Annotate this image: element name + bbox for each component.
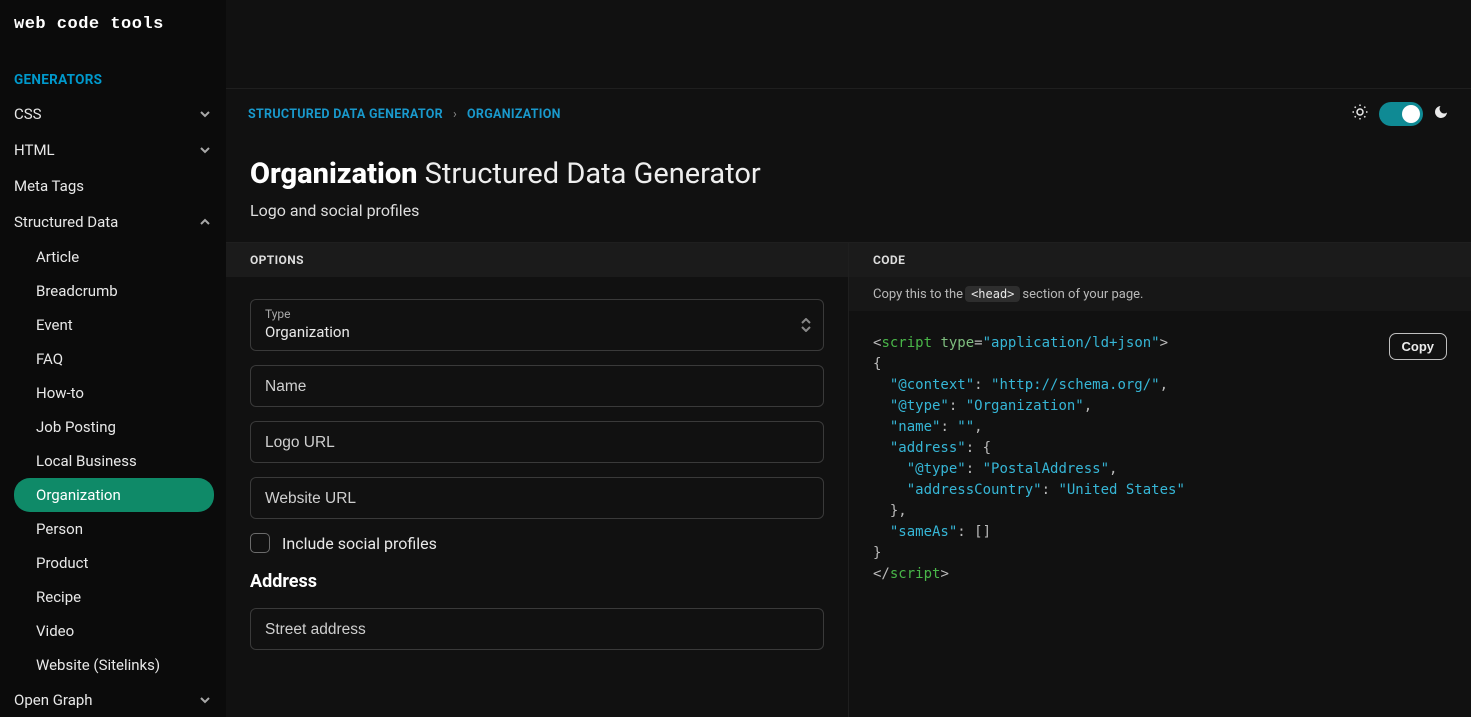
code-pane: CODE Copy this to the <head> section of … bbox=[849, 242, 1471, 717]
breadcrumb: STRUCTURED DATA GENERATOR › ORGANIZATION bbox=[248, 107, 561, 122]
sidebar-group-css[interactable]: CSS bbox=[0, 96, 226, 132]
address-heading: Address bbox=[250, 571, 824, 592]
copy-button[interactable]: Copy bbox=[1389, 333, 1448, 360]
breadcrumb-current: ORGANIZATION bbox=[467, 107, 561, 122]
options-pane-header: OPTIONS bbox=[226, 243, 848, 277]
sidebar-item-recipe[interactable]: Recipe bbox=[14, 580, 214, 614]
sidebar-item-faq[interactable]: FAQ bbox=[14, 342, 214, 376]
moon-icon bbox=[1433, 104, 1449, 124]
code-output[interactable]: <script type="application/ld+json"> { "@… bbox=[873, 333, 1447, 585]
top-spacer bbox=[226, 0, 1471, 88]
sidebar-group-label: HTML bbox=[14, 141, 55, 159]
chevron-up-icon bbox=[198, 215, 212, 229]
logo[interactable]: web code tools bbox=[0, 0, 226, 48]
sidebar-group-label: CSS bbox=[14, 105, 42, 123]
code-note: Copy this to the <head> section of your … bbox=[849, 277, 1471, 311]
breadcrumb-parent[interactable]: STRUCTURED DATA GENERATOR bbox=[248, 107, 443, 122]
sidebar-scroll[interactable]: web code tools GENERATORS CSS HTML Meta … bbox=[0, 0, 226, 717]
toggle-knob bbox=[1402, 105, 1420, 123]
sidebar-item-breadcrumb[interactable]: Breadcrumb bbox=[14, 274, 214, 308]
chevron-down-icon bbox=[198, 107, 212, 121]
social-checkbox-label: Include social profiles bbox=[282, 534, 437, 553]
theme-controls bbox=[1351, 102, 1449, 126]
sidebar-item-how-to[interactable]: How-to bbox=[14, 376, 214, 410]
sidebar-item-organization[interactable]: Organization bbox=[14, 478, 214, 512]
code-pane-body: Copy <script type="application/ld+json">… bbox=[849, 311, 1471, 717]
type-label: Type bbox=[265, 307, 809, 321]
name-input[interactable] bbox=[265, 378, 809, 396]
sidebar-group-open-graph[interactable]: Open Graph bbox=[0, 682, 226, 717]
code-note-before: Copy this to the bbox=[873, 287, 963, 302]
code-note-tag: <head> bbox=[965, 286, 1020, 302]
page-title: Organization Structured Data Generator bbox=[250, 157, 1447, 191]
type-value: Organization bbox=[265, 323, 809, 341]
sidebar: web code tools GENERATORS CSS HTML Meta … bbox=[0, 0, 226, 717]
page-title-rest: Structured Data Generator bbox=[417, 157, 760, 191]
chevron-down-icon bbox=[198, 143, 212, 157]
sidebar-group-structured-data[interactable]: Structured Data bbox=[0, 204, 226, 240]
sidebar-item-event[interactable]: Event bbox=[14, 308, 214, 342]
title-block: Organization Structured Data Generator L… bbox=[226, 139, 1471, 242]
street-address-field[interactable] bbox=[250, 608, 824, 650]
main-area: STRUCTURED DATA GENERATOR › ORGANIZATION… bbox=[226, 0, 1471, 717]
type-select[interactable]: Type Organization bbox=[250, 299, 824, 351]
app-root: web code tools GENERATORS CSS HTML Meta … bbox=[0, 0, 1471, 717]
website-url-field[interactable] bbox=[250, 477, 824, 519]
select-stepper-icon bbox=[801, 318, 811, 332]
chevron-down-icon bbox=[198, 693, 212, 707]
social-checkbox-row: Include social profiles bbox=[250, 533, 824, 553]
sidebar-section-label: GENERATORS bbox=[0, 48, 226, 96]
sun-icon bbox=[1351, 103, 1369, 125]
page-title-strong: Organization bbox=[250, 157, 417, 191]
street-address-input[interactable] bbox=[265, 621, 809, 639]
code-note-after: section of your page. bbox=[1022, 287, 1143, 302]
header-row: STRUCTURED DATA GENERATOR › ORGANIZATION bbox=[226, 88, 1471, 139]
sidebar-group-label: Open Graph bbox=[14, 691, 93, 709]
sidebar-item-local-business[interactable]: Local Business bbox=[14, 444, 214, 478]
breadcrumb-separator-icon: › bbox=[453, 107, 457, 122]
sidebar-item-video[interactable]: Video bbox=[14, 614, 214, 648]
social-checkbox[interactable] bbox=[250, 533, 270, 553]
logo-url-input[interactable] bbox=[265, 434, 809, 452]
page-subtitle: Logo and social profiles bbox=[250, 201, 1447, 220]
sidebar-item-article[interactable]: Article bbox=[14, 240, 214, 274]
sidebar-group-label: Structured Data bbox=[14, 213, 118, 231]
sidebar-item-person[interactable]: Person bbox=[14, 512, 214, 546]
panes: OPTIONS Type Organization bbox=[226, 242, 1471, 717]
sidebar-item-product[interactable]: Product bbox=[14, 546, 214, 580]
sidebar-item-website-sitelinks[interactable]: Website (Sitelinks) bbox=[14, 648, 214, 682]
website-url-input[interactable] bbox=[265, 490, 809, 508]
options-pane: OPTIONS Type Organization bbox=[226, 242, 849, 717]
sidebar-group-html[interactable]: HTML bbox=[0, 132, 226, 168]
sidebar-item-job-posting[interactable]: Job Posting bbox=[14, 410, 214, 444]
code-pane-header: CODE bbox=[849, 243, 1471, 277]
name-field[interactable] bbox=[250, 365, 824, 407]
options-pane-body: Type Organization bbox=[226, 277, 848, 717]
code-wrap: Copy <script type="application/ld+json">… bbox=[873, 333, 1447, 585]
sidebar-group-label: Meta Tags bbox=[14, 177, 84, 195]
sidebar-group-meta-tags[interactable]: Meta Tags bbox=[0, 168, 226, 204]
theme-toggle[interactable] bbox=[1379, 102, 1423, 126]
logo-url-field[interactable] bbox=[250, 421, 824, 463]
